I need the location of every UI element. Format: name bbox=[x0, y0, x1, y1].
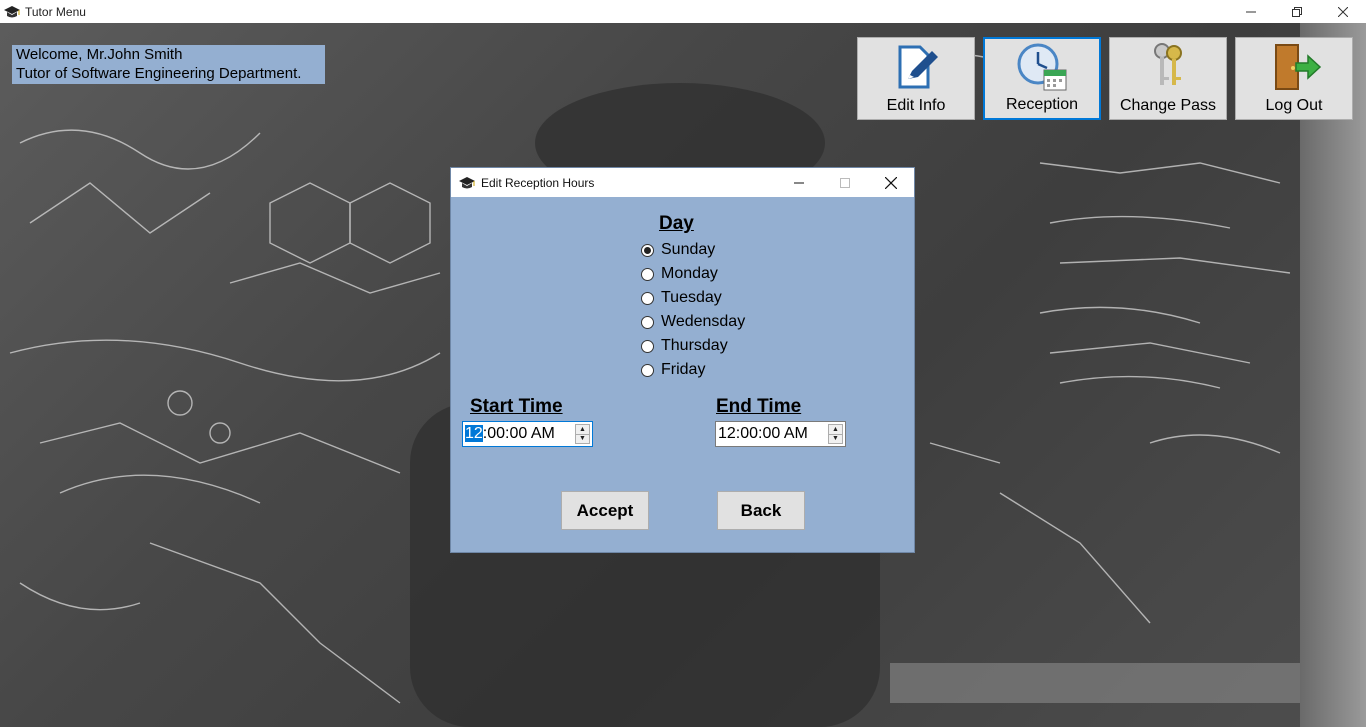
spin-up-icon[interactable]: ▲ bbox=[576, 425, 589, 434]
radio-button[interactable] bbox=[641, 291, 654, 305]
window-title: Tutor Menu bbox=[25, 4, 86, 19]
end-time-spinner[interactable]: ▲ ▼ bbox=[828, 424, 843, 444]
welcome-label: Welcome, Mr.John Smith Tutor of Software… bbox=[12, 45, 325, 84]
log-out-button[interactable]: Log Out bbox=[1235, 37, 1353, 120]
close-icon bbox=[1338, 6, 1348, 17]
spin-down-icon[interactable]: ▼ bbox=[576, 433, 589, 444]
welcome-name: Welcome, Mr.John Smith bbox=[16, 46, 183, 63]
day-option-wednesday[interactable]: Wedensday bbox=[641, 313, 745, 331]
edit-document-icon bbox=[898, 45, 938, 89]
change-pass-button[interactable]: Change Pass bbox=[1109, 37, 1227, 120]
edit-info-button[interactable]: Edit Info bbox=[857, 37, 975, 120]
day-label: Sunday bbox=[661, 241, 716, 258]
graduation-cap-icon bbox=[4, 5, 20, 17]
day-label: Wedensday bbox=[661, 313, 746, 330]
edit-reception-hours-dialog: Edit Reception Hours Day Sunday Monday T… bbox=[450, 167, 915, 553]
day-label: Thursday bbox=[661, 337, 728, 354]
minimize-button[interactable] bbox=[1228, 0, 1274, 23]
radio-button-checked[interactable] bbox=[641, 243, 654, 257]
day-label: Monday bbox=[661, 265, 718, 282]
exit-door-icon bbox=[1275, 44, 1322, 90]
end-time-heading: End Time bbox=[716, 396, 802, 417]
log-out-label: Log Out bbox=[1265, 97, 1323, 114]
dialog-titlebar: Edit Reception Hours bbox=[451, 168, 914, 197]
dialog-title: Edit Reception Hours bbox=[481, 175, 595, 190]
dialog-minimize-button[interactable] bbox=[776, 168, 822, 197]
board-edge bbox=[1300, 23, 1366, 727]
dialog-close-button[interactable] bbox=[868, 168, 914, 197]
minimize-icon bbox=[1246, 11, 1256, 12]
main-titlebar: Tutor Menu bbox=[0, 0, 1366, 23]
reception-label: Reception bbox=[1005, 96, 1079, 113]
day-option-thursday[interactable]: Thursday bbox=[641, 337, 728, 355]
keys-icon bbox=[1154, 43, 1182, 85]
day-label: Tuesday bbox=[661, 289, 722, 306]
start-time-picker[interactable]: 12:00:00 AM ▲ ▼ bbox=[462, 421, 593, 447]
reception-button[interactable]: Reception bbox=[983, 37, 1101, 120]
start-time-rest: :00:00 AM bbox=[482, 425, 555, 442]
clock-calendar-icon bbox=[1017, 43, 1067, 91]
welcome-department: Tutor of Software Engineering Department… bbox=[16, 65, 302, 82]
end-time-picker[interactable]: 12:00:00 AM ▲ ▼ bbox=[715, 421, 846, 447]
radio-button[interactable] bbox=[641, 363, 654, 377]
close-icon bbox=[885, 176, 897, 189]
start-time-hour-selected[interactable]: 12 bbox=[465, 425, 483, 442]
minimize-icon bbox=[794, 182, 804, 183]
day-label: Friday bbox=[661, 361, 706, 378]
day-option-tuesday[interactable]: Tuesday bbox=[641, 289, 722, 307]
change-pass-label: Change Pass bbox=[1119, 97, 1217, 114]
radio-button[interactable] bbox=[641, 315, 654, 329]
dialog-maximize-button bbox=[822, 168, 868, 197]
radio-button[interactable] bbox=[641, 267, 654, 281]
radio-button[interactable] bbox=[641, 339, 654, 353]
accept-button[interactable]: Accept bbox=[561, 491, 649, 530]
day-heading: Day bbox=[659, 213, 694, 234]
maximize-button[interactable] bbox=[1274, 0, 1320, 23]
end-time-value: 12:00:00 AM bbox=[718, 425, 808, 442]
graduation-cap-icon bbox=[459, 176, 475, 188]
day-option-friday[interactable]: Friday bbox=[641, 361, 705, 379]
restore-icon bbox=[1292, 6, 1302, 17]
spin-down-icon[interactable]: ▼ bbox=[829, 433, 842, 444]
start-time-heading: Start Time bbox=[470, 396, 563, 417]
day-option-sunday[interactable]: Sunday bbox=[641, 241, 715, 259]
back-button[interactable]: Back bbox=[717, 491, 805, 530]
spin-up-icon[interactable]: ▲ bbox=[829, 425, 842, 434]
edit-info-label: Edit Info bbox=[886, 97, 946, 114]
start-time-spinner[interactable]: ▲ ▼ bbox=[575, 424, 590, 444]
maximize-icon bbox=[840, 177, 850, 188]
day-option-monday[interactable]: Monday bbox=[641, 265, 718, 283]
close-button[interactable] bbox=[1320, 0, 1366, 23]
